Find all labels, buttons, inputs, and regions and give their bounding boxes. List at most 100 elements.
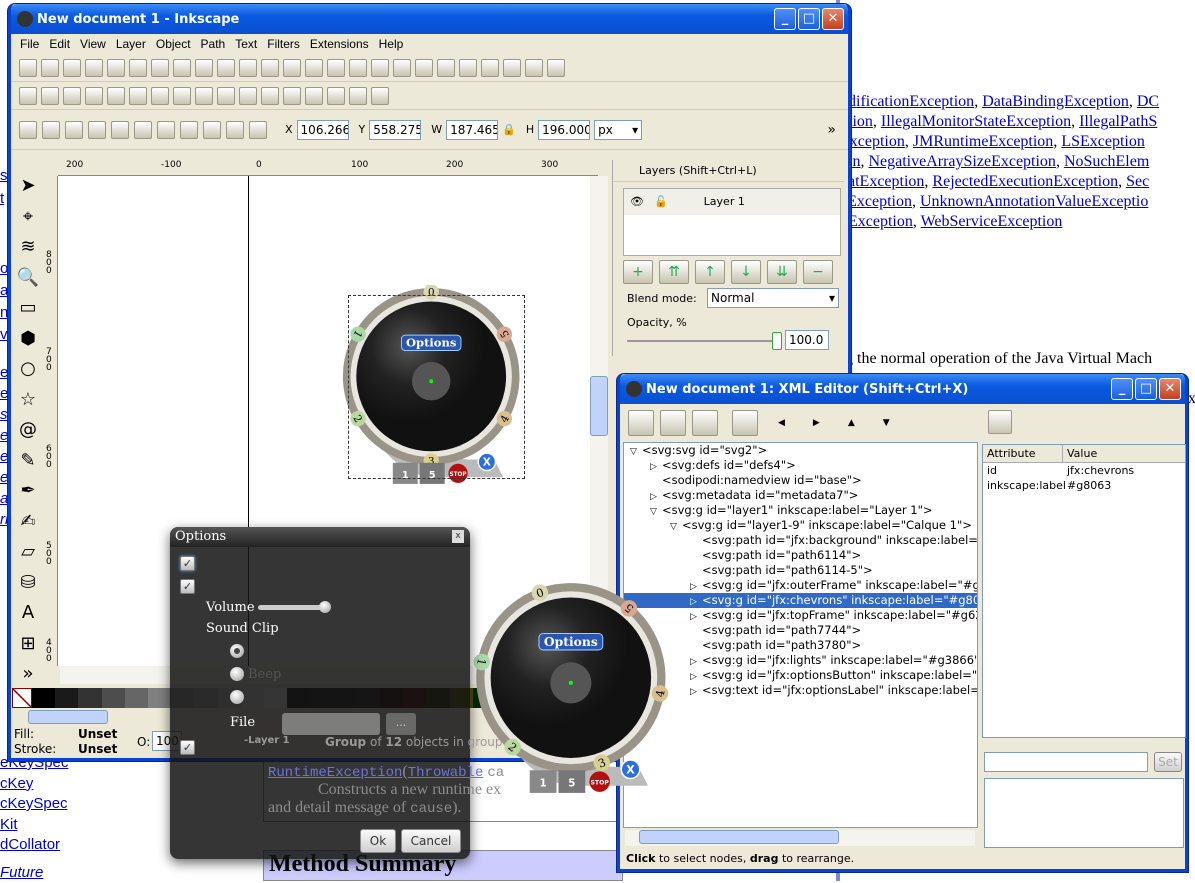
- maximize-button[interactable]: □: [1135, 378, 1157, 400]
- 3d-box-tool-icon[interactable]: ⬢: [14, 326, 42, 352]
- raise-icon[interactable]: [226, 120, 244, 139]
- attribute-column-header[interactable]: Attribute: [983, 445, 1063, 462]
- visibility-eye-icon[interactable]: 👁: [630, 189, 644, 215]
- redo-icon[interactable]: [173, 58, 191, 77]
- zoom-page-icon[interactable]: [305, 58, 323, 77]
- exception-link[interactable]: NegativeArraySizeException: [868, 153, 1055, 170]
- select-all-icon[interactable]: [19, 120, 37, 139]
- minimize-button[interactable]: _: [774, 8, 796, 30]
- menu-file[interactable]: File: [15, 37, 44, 51]
- menu-edit[interactable]: Edit: [44, 37, 75, 51]
- snap-nodes-icon[interactable]: [151, 86, 169, 105]
- duplicate-icon[interactable]: [327, 58, 345, 77]
- exception-link[interactable]: IllegalPathS: [1079, 113, 1157, 130]
- xml-node[interactable]: <sodipodi:namedview id="base">: [624, 473, 977, 488]
- pen-tool-icon[interactable]: ✒: [14, 478, 42, 504]
- pencil-tool-icon[interactable]: ✎: [14, 448, 42, 474]
- lower-layer-bottom-icon[interactable]: ⇊: [767, 260, 797, 284]
- snap-guide-icon[interactable]: [371, 86, 389, 105]
- class-link[interactable]: cKeySpec: [0, 793, 68, 814]
- menu-extensions[interactable]: Extensions: [305, 37, 374, 51]
- copy-icon[interactable]: [195, 58, 213, 77]
- undo-icon[interactable]: [151, 58, 169, 77]
- layer-select[interactable]: -Layer 1: [244, 735, 290, 746]
- exception-link[interactable]: DC: [1137, 93, 1159, 110]
- blend-mode-select[interactable]: Normal ▾: [707, 288, 839, 308]
- w-input[interactable]: 187.465: [446, 119, 499, 140]
- exception-link[interactable]: UnknownAnnotationValueExceptio: [920, 193, 1148, 210]
- new-element-node-icon[interactable]: [628, 410, 654, 436]
- lock-icon[interactable]: 🔒: [502, 123, 516, 136]
- new-text-node-icon[interactable]: [660, 410, 686, 436]
- vertical-ruler[interactable]: 800 700 600 500 400: [44, 176, 58, 666]
- open-icon[interactable]: [41, 58, 59, 77]
- group-icon[interactable]: [393, 58, 411, 77]
- menu-help[interactable]: Help: [374, 37, 409, 51]
- eraser-tool-icon[interactable]: ▱: [14, 539, 42, 565]
- xml-node[interactable]: <svg:path id="path6114-5">: [624, 563, 977, 578]
- maximize-button[interactable]: □: [798, 8, 820, 30]
- exception-link[interactable]: IllegalMonitorStateException: [881, 113, 1071, 130]
- ellipse-tool-icon[interactable]: ○: [14, 356, 42, 382]
- duplicate-node-icon[interactable]: [692, 410, 718, 436]
- flip-v-icon[interactable]: [157, 120, 175, 139]
- class-link[interactable]: cKey: [0, 773, 33, 794]
- palette-scrollbar[interactable]: [28, 710, 108, 724]
- exception-link[interactable]: DataBindingException: [982, 93, 1129, 110]
- opacity-input[interactable]: 100.0: [785, 330, 829, 350]
- no-paint-swatch[interactable]: [12, 688, 32, 708]
- exception-link[interactable]: LSException: [1061, 133, 1145, 150]
- raise-top-icon[interactable]: [249, 120, 267, 139]
- close-button[interactable]: ✕: [822, 8, 844, 30]
- align-icon[interactable]: [525, 58, 543, 77]
- preferences-icon[interactable]: [547, 58, 565, 77]
- text-tool-icon[interactable]: A: [14, 600, 42, 626]
- menu-view[interactable]: View: [75, 37, 111, 51]
- exception-link[interactable]: JMRuntimeException: [913, 133, 1053, 150]
- attribute-row[interactable]: inkscape:label #g8063: [983, 478, 1185, 493]
- rotate-cw-icon[interactable]: [111, 120, 129, 139]
- class-link[interactable]: t: [0, 188, 4, 209]
- new-icon[interactable]: [19, 58, 37, 77]
- y-input[interactable]: 558.275: [369, 119, 422, 140]
- value-column-header[interactable]: Value: [1063, 445, 1097, 462]
- snap-smooth-icon[interactable]: [217, 86, 235, 105]
- snap-bbox-icon[interactable]: [41, 86, 59, 105]
- deselect-icon[interactable]: [65, 120, 83, 139]
- exception-link[interactable]: Sec: [1126, 173, 1149, 190]
- exception-link[interactable]: odificationException: [840, 93, 974, 110]
- exception-link[interactable]: WebServiceException: [921, 213, 1063, 230]
- rectangle-tool-icon[interactable]: ▭: [14, 295, 42, 321]
- menu-path[interactable]: Path: [196, 37, 231, 51]
- node-tool-icon[interactable]: ⌖: [14, 204, 42, 230]
- snap-cusp-icon[interactable]: [239, 86, 257, 105]
- sound-radio-3[interactable]: [230, 690, 244, 704]
- exception-link[interactable]: RejectedExecutionException: [932, 173, 1118, 190]
- option-checkbox-1[interactable]: ✓: [180, 556, 195, 571]
- connector-tool-icon[interactable]: ⊞: [14, 631, 42, 657]
- import-icon[interactable]: [107, 58, 125, 77]
- xml-node[interactable]: <svg:path id="path6114">: [624, 548, 977, 563]
- more-button[interactable]: »: [827, 122, 836, 138]
- snap-page-icon[interactable]: [327, 86, 345, 105]
- snap-midpoint-icon[interactable]: [107, 86, 125, 105]
- sound-radio-beep[interactable]: [230, 667, 244, 681]
- xml-node[interactable]: ▷ <svg:defs id="defs4">: [624, 458, 977, 473]
- opacity-slider[interactable]: [627, 332, 782, 350]
- attribute-name-input[interactable]: [984, 752, 1148, 772]
- option-checkbox-2[interactable]: ✓: [180, 579, 195, 594]
- browse-button[interactable]: ...: [386, 713, 416, 735]
- flip-h-icon[interactable]: [134, 120, 152, 139]
- zoom-drawing-icon[interactable]: [283, 58, 301, 77]
- menu-layer[interactable]: Layer: [111, 37, 151, 51]
- unindent-icon[interactable]: ◀: [778, 418, 785, 428]
- save-icon[interactable]: [63, 58, 81, 77]
- class-link[interactable]: dCollator: [0, 834, 60, 855]
- menu-object[interactable]: Object: [151, 37, 196, 51]
- delete-node-icon[interactable]: [732, 410, 758, 436]
- paste-icon[interactable]: [239, 58, 257, 77]
- minimize-button[interactable]: _: [1111, 378, 1133, 400]
- snap-intersection-icon[interactable]: [195, 86, 213, 105]
- horizontal-ruler[interactable]: 200 -100 0 100 200 300: [58, 158, 598, 176]
- star-tool-icon[interactable]: ☆: [14, 387, 42, 413]
